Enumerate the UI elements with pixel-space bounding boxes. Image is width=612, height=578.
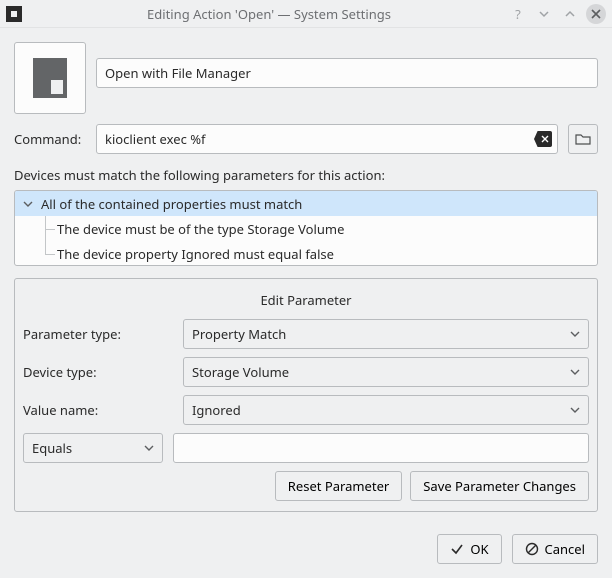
- tree-child-label: The device must be of the type Storage V…: [57, 220, 344, 238]
- tree-child-label: The device property Ignored must equal f…: [57, 245, 334, 263]
- clear-command-button[interactable]: [534, 131, 552, 147]
- document-icon: [33, 58, 67, 98]
- value-name-select[interactable]: Ignored: [183, 395, 589, 425]
- parameter-type-select[interactable]: Property Match: [183, 319, 589, 349]
- action-icon-button[interactable]: [14, 42, 86, 114]
- operator-value: Equals: [32, 439, 72, 457]
- chevron-down-icon: [23, 199, 33, 209]
- device-type-value: Storage Volume: [192, 363, 289, 381]
- app-icon: [6, 6, 22, 22]
- chevron-down-icon: [570, 367, 580, 377]
- edit-parameter-group: Edit Parameter Parameter type: Property …: [14, 278, 598, 512]
- device-type-label: Device type:: [23, 363, 173, 381]
- cancel-label: Cancel: [545, 540, 585, 558]
- cancel-icon: [525, 542, 539, 556]
- value-name-value: Ignored: [192, 401, 241, 419]
- criteria-tree[interactable]: All of the contained properties must mat…: [14, 190, 598, 266]
- clear-icon: [541, 135, 549, 143]
- close-button[interactable]: [586, 4, 606, 24]
- device-type-select[interactable]: Storage Volume: [183, 357, 589, 387]
- edit-parameter-title: Edit Parameter: [23, 291, 589, 309]
- operand-input[interactable]: [173, 433, 589, 463]
- parameter-type-value: Property Match: [192, 325, 286, 343]
- maximize-button[interactable]: [560, 4, 580, 24]
- operator-select[interactable]: Equals: [23, 433, 163, 463]
- tree-child-row[interactable]: The device property Ignored must equal f…: [15, 241, 597, 266]
- tree-child-row[interactable]: The device must be of the type Storage V…: [15, 216, 597, 241]
- minimize-button[interactable]: [534, 4, 554, 24]
- window-title: Editing Action 'Open' — System Settings: [30, 5, 508, 23]
- browse-command-button[interactable]: [568, 124, 598, 154]
- help-button[interactable]: ?: [508, 4, 528, 24]
- save-parameter-button[interactable]: Save Parameter Changes: [410, 471, 589, 501]
- tree-root-row[interactable]: All of the contained properties must mat…: [15, 191, 597, 216]
- check-icon: [450, 542, 464, 556]
- reset-parameter-label: Reset Parameter: [288, 477, 390, 495]
- chevron-down-icon: [570, 405, 580, 415]
- value-name-label: Value name:: [23, 401, 173, 419]
- chevron-down-icon: [570, 329, 580, 339]
- chevron-down-icon: [144, 443, 154, 453]
- titlebar: Editing Action 'Open' — System Settings …: [0, 0, 612, 28]
- tree-expander[interactable]: [23, 199, 37, 209]
- action-name-input[interactable]: [96, 58, 598, 88]
- cancel-button[interactable]: Cancel: [512, 534, 598, 564]
- save-parameter-label: Save Parameter Changes: [423, 477, 576, 495]
- folder-icon: [575, 132, 591, 146]
- command-label: Command:: [14, 130, 86, 148]
- ok-label: OK: [470, 540, 488, 558]
- parameter-type-label: Parameter type:: [23, 325, 173, 343]
- criteria-heading: Devices must match the following paramet…: [14, 166, 598, 184]
- ok-button[interactable]: OK: [437, 534, 501, 564]
- command-input[interactable]: [96, 124, 558, 154]
- reset-parameter-button[interactable]: Reset Parameter: [275, 471, 403, 501]
- tree-root-label: All of the contained properties must mat…: [41, 195, 302, 213]
